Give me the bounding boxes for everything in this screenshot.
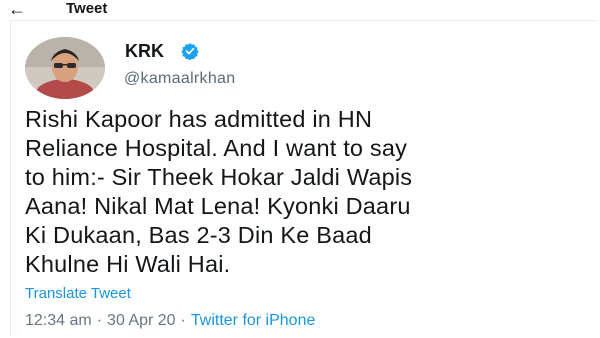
- tweet-page: ← Tweet KRK @kamaalrkhan Rishi Kapoor ha…: [0, 0, 600, 338]
- translate-tweet-link[interactable]: Translate Tweet: [25, 285, 131, 303]
- tweet-text-line: Rishi Kapoor has admitted in HN: [25, 106, 373, 132]
- tweet-text-line: Khulne Hi Wali Hai.: [25, 251, 231, 277]
- tweet-card: KRK @kamaalrkhan Rishi Kapoor has admitt…: [10, 20, 596, 337]
- tweet-text: Rishi Kapoor has admitted in HN Reliance…: [25, 105, 595, 279]
- display-name[interactable]: KRK: [125, 41, 164, 61]
- top-bar: ← Tweet: [0, 0, 600, 20]
- avatar-image-icon: [25, 37, 105, 99]
- user-handle[interactable]: @kamaalrkhan: [124, 70, 235, 88]
- tweet-text-line: Aana! Nikal Mat Lena! Kyonki Daaru: [25, 193, 411, 219]
- back-arrow-icon[interactable]: ←: [8, 0, 26, 19]
- tweet-text-line: to him:- Sir Theek Hokar Jaldi Wapis: [25, 164, 413, 190]
- tweet-metadata: 12:34 am · 30 Apr 20 · Twitter for iPhone: [25, 312, 315, 330]
- page-title: Tweet: [66, 0, 108, 17]
- meta-separator: ·: [96, 312, 103, 329]
- verified-badge-icon: [181, 43, 199, 60]
- tweet-text-line: Ki Dukaan, Bas 2-3 Din Ke Baad: [25, 222, 372, 248]
- tweet-source-link[interactable]: Twitter for iPhone: [191, 312, 316, 329]
- tweet-date[interactable]: 30 Apr 20: [107, 312, 176, 329]
- tweet-text-line: Reliance Hospital. And I want to say: [25, 135, 408, 161]
- meta-separator: ·: [180, 312, 186, 329]
- tweet-time[interactable]: 12:34 am: [25, 312, 92, 329]
- avatar[interactable]: [25, 37, 105, 99]
